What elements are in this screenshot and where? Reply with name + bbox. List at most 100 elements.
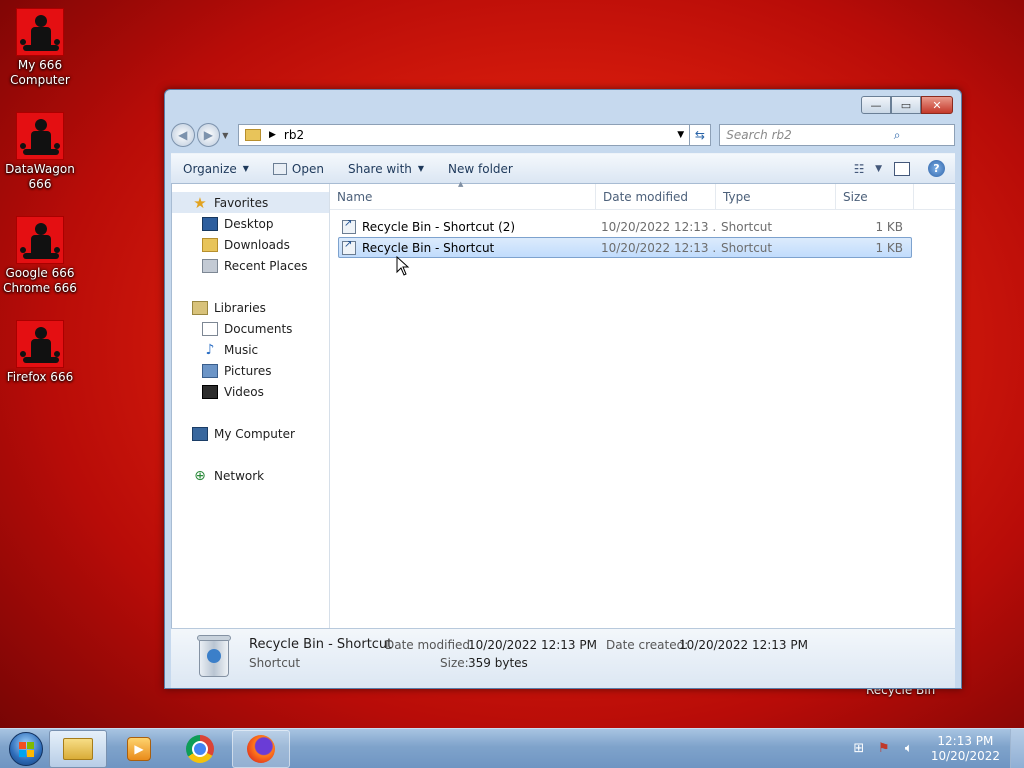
new-folder-button[interactable]: New folder (436, 154, 525, 183)
chevron-down-icon: ▼ (417, 164, 425, 173)
nav-desktop[interactable]: Desktop (172, 213, 329, 234)
arrow-left-icon: ◀ (178, 128, 188, 142)
file-rows: Recycle Bin - Shortcut (2) 10/20/2022 12… (330, 210, 955, 258)
file-row-selected[interactable]: Recycle Bin - Shortcut 10/20/2022 12:13 … (338, 237, 912, 258)
nav-downloads[interactable]: Downloads (172, 234, 329, 255)
title-bar[interactable]: — ▭ ✕ (165, 90, 961, 122)
refresh-icon: ⇆ (694, 128, 705, 142)
file-size: 1 KB (875, 219, 903, 234)
back-button[interactable]: ◀ (171, 123, 195, 147)
column-header-size[interactable]: Size (836, 184, 914, 209)
address-dropdown-icon[interactable]: ▼ (673, 130, 689, 140)
organize-button[interactable]: Organize ▼ (171, 154, 261, 183)
recent-pages-dropdown[interactable]: ▼ (222, 131, 234, 140)
minimize-button[interactable]: — (861, 96, 891, 114)
navigation-pane[interactable]: ★ Favorites Desktop Downloads Recent Plac… (172, 184, 330, 630)
taskbar-firefox-button[interactable] (232, 729, 290, 768)
nav-documents[interactable]: Documents (172, 318, 329, 339)
breadcrumb-chevron-icon[interactable]: ▶ (269, 130, 276, 140)
show-desktop-button[interactable] (1010, 728, 1024, 768)
search-placeholder: Search rb2 (726, 128, 792, 142)
desktop-icon-label: My 666 Computer (10, 58, 70, 87)
view-options-dropdown-icon[interactable]: ▼ (875, 164, 882, 174)
close-button[interactable]: ✕ (921, 96, 953, 114)
volume-icon[interactable]: 🔈︎ (900, 741, 918, 757)
mouse-cursor-icon (396, 256, 410, 276)
details-file-type: Shortcut (249, 656, 301, 670)
libraries-icon (192, 300, 208, 315)
music-note-icon: ♪ (205, 341, 215, 358)
nav-label: Downloads (224, 237, 290, 252)
sort-ascending-icon: ▲ (458, 180, 464, 188)
file-type: Shortcut (721, 219, 773, 234)
taskbar-chrome-button[interactable] (171, 730, 229, 768)
preview-pane-icon[interactable] (894, 161, 910, 176)
open-button[interactable]: Open (261, 154, 336, 183)
command-bar: Organize ▼ Open Share with ▼ New folder ☷ … (171, 153, 955, 184)
column-headers: ▲ Name Date modified Type Size (330, 180, 955, 210)
datawagon-666-icon (16, 112, 64, 160)
open-label: Open (291, 161, 324, 176)
file-explorer-icon (63, 737, 93, 760)
nav-favorites[interactable]: ★ Favorites (172, 192, 329, 213)
share-with-button[interactable]: Share with ▼ (336, 154, 436, 183)
nav-pictures[interactable]: Pictures (172, 360, 329, 381)
documents-icon (202, 321, 218, 336)
clock-date: 10/20/2022 (930, 748, 1000, 763)
nav-recent-places[interactable]: Recent Places (172, 255, 329, 276)
maximize-button[interactable]: ▭ (891, 96, 921, 114)
clock-time: 12:13 PM (937, 733, 994, 748)
address-bar[interactable]: ▶ rb2 ▼ (237, 124, 690, 146)
explorer-window: — ▭ ✕ ◀ ▶ ▼ ▶ rb2 ▼ ⇆ Search rb2 ⌕ Organ… (164, 89, 962, 689)
nav-label: Videos (224, 384, 264, 399)
nav-libraries[interactable]: Libraries (172, 297, 329, 318)
forward-button[interactable]: ▶ (196, 123, 221, 147)
details-date-created-label: Date created: (606, 638, 689, 652)
help-icon[interactable]: ? (928, 160, 945, 177)
nav-label: Libraries (214, 300, 266, 315)
windows-logo-icon (9, 731, 43, 766)
shortcut-icon (342, 240, 356, 255)
network-globe-icon: ⊕ (194, 467, 206, 484)
details-size: 359 bytes (468, 656, 528, 670)
nav-label: My Computer (214, 426, 295, 441)
search-input[interactable]: Search rb2 ⌕ (719, 124, 955, 146)
file-list-pane[interactable]: ▲ Name Date modified Type Size Recycle B… (330, 180, 955, 630)
downloads-folder-icon (202, 237, 218, 252)
chrome-666-icon (16, 216, 64, 264)
nav-label: Pictures (224, 363, 272, 378)
change-view-icon[interactable]: ☷ (851, 162, 867, 176)
start-button[interactable] (6, 729, 46, 768)
desktop-icon-label: Google 666 Chrome 666 (3, 266, 77, 295)
desktop-icon-google-chrome[interactable]: Google 666 Chrome 666 (0, 216, 80, 296)
column-header-type[interactable]: Type (716, 184, 836, 209)
shortcut-icon (342, 219, 356, 234)
search-icon[interactable]: ⌕ (840, 128, 954, 143)
open-icon (272, 162, 287, 175)
refresh-button[interactable]: ⇆ (689, 124, 712, 146)
nav-videos[interactable]: Videos (172, 381, 329, 402)
taskbar-media-player-button[interactable]: ▶ (110, 730, 168, 768)
computer-icon (192, 426, 208, 441)
file-name-cell: Recycle Bin - Shortcut (339, 240, 597, 255)
desktop-icon-firefox[interactable]: Firefox 666 (0, 320, 80, 385)
action-center-flag-icon[interactable]: ⚑ (875, 741, 893, 757)
recycle-bin-icon (197, 635, 231, 677)
column-header-date-modified[interactable]: Date modified (596, 184, 716, 209)
desktop-icon-datawagon[interactable]: DataWagon 666 (0, 112, 80, 192)
desktop-icon-my-computer[interactable]: My 666 Computer (0, 8, 80, 88)
computer-666-icon (16, 8, 64, 56)
nav-my-computer[interactable]: My Computer (172, 423, 329, 444)
clock[interactable]: 12:13 PM 10/20/2022 (931, 734, 1000, 764)
breadcrumb-rb2[interactable]: rb2 (284, 128, 673, 142)
film-strip-icon (202, 384, 218, 399)
details-size-label: Size: (440, 656, 469, 670)
nav-network[interactable]: ⊕ Network (172, 465, 329, 486)
taskbar-explorer-button[interactable] (49, 729, 107, 768)
nav-label: Favorites (214, 195, 269, 210)
network-status-icon[interactable]: ⊞ (850, 741, 868, 757)
content-area: ★ Favorites Desktop Downloads Recent Plac… (171, 180, 955, 630)
file-row[interactable]: Recycle Bin - Shortcut (2) 10/20/2022 12… (338, 216, 912, 237)
media-player-icon: ▶ (127, 736, 151, 761)
nav-music[interactable]: ♪ Music (172, 339, 329, 360)
